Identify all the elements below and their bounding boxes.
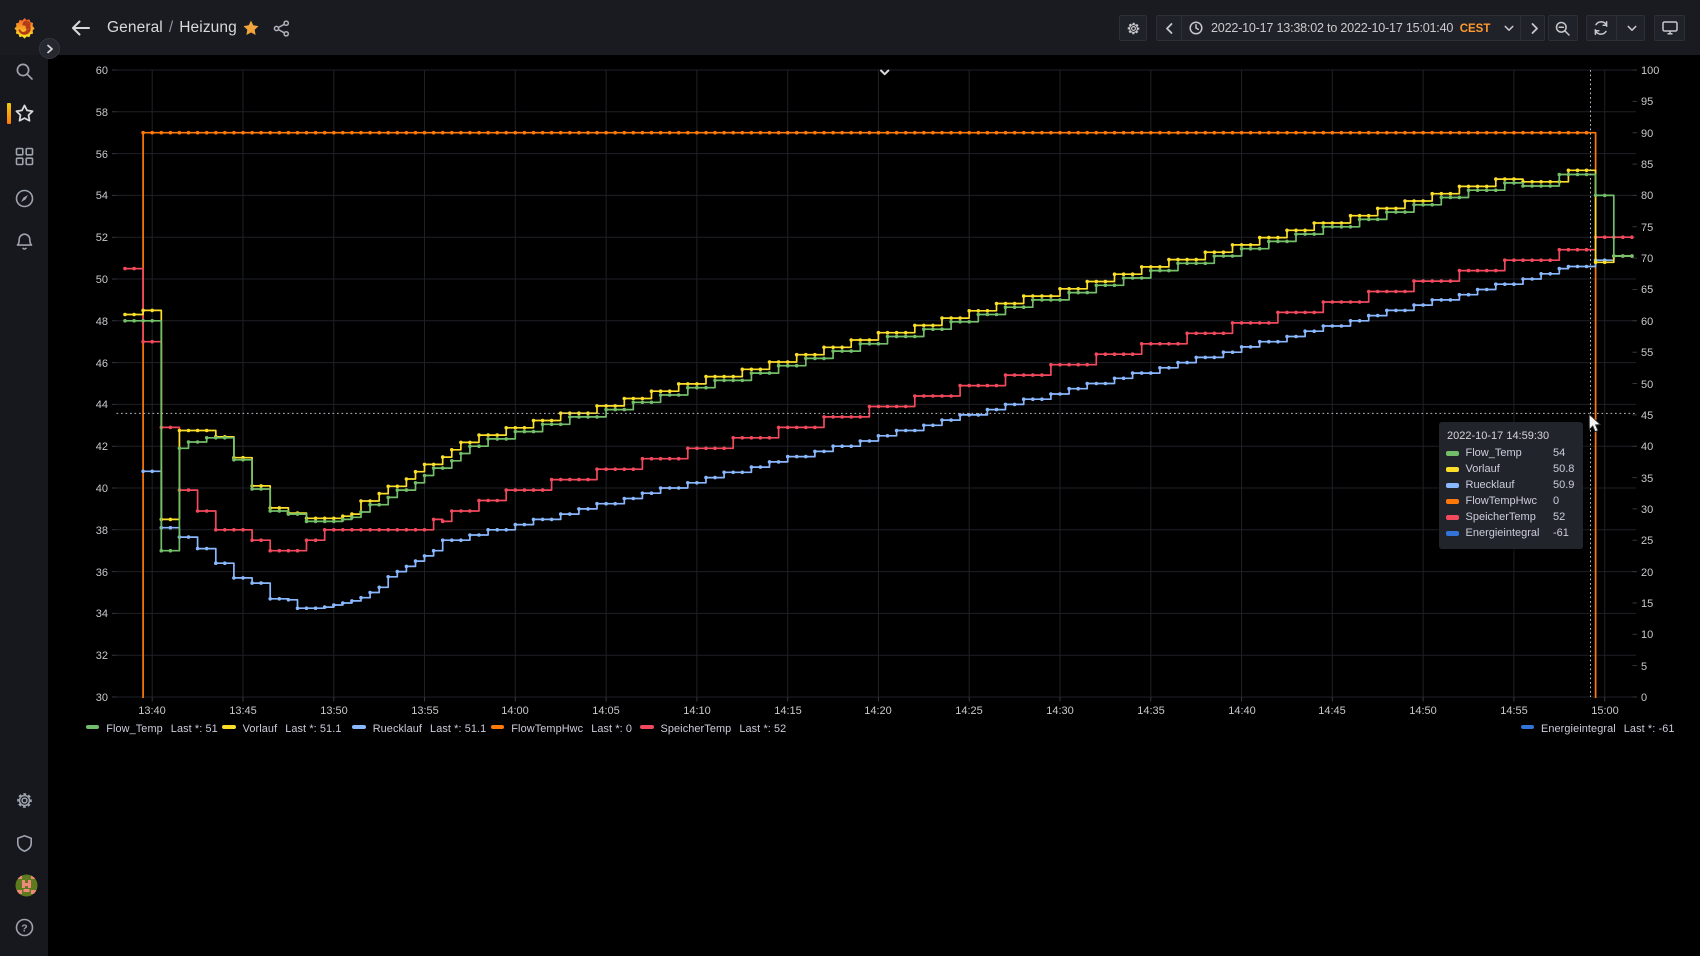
svg-text:90: 90 [1641, 128, 1653, 140]
svg-text:32: 32 [96, 650, 108, 662]
svg-text:60: 60 [96, 65, 108, 77]
svg-text:14:45: 14:45 [1318, 705, 1346, 717]
svg-text:50: 50 [1641, 379, 1653, 391]
svg-text:58: 58 [96, 107, 108, 119]
svg-text:70: 70 [1641, 253, 1653, 265]
svg-text:52: 52 [96, 232, 108, 244]
svg-text:50: 50 [96, 274, 108, 286]
svg-text:15:00: 15:00 [1591, 705, 1619, 717]
svg-text:30: 30 [1641, 504, 1653, 516]
svg-text:80: 80 [1641, 190, 1653, 202]
svg-text:95: 95 [1641, 96, 1653, 108]
svg-text:13:50: 13:50 [320, 705, 348, 717]
svg-text:46: 46 [96, 358, 108, 370]
svg-text:42: 42 [96, 441, 108, 453]
svg-text:25: 25 [1641, 535, 1653, 547]
svg-text:60: 60 [1641, 316, 1653, 328]
svg-text:10: 10 [1641, 629, 1653, 641]
svg-text:14:40: 14:40 [1228, 705, 1256, 717]
svg-text:13:45: 13:45 [229, 705, 257, 717]
svg-text:14:05: 14:05 [592, 705, 620, 717]
svg-text:54: 54 [96, 190, 108, 202]
svg-text:48: 48 [96, 316, 108, 328]
svg-text:35: 35 [1641, 473, 1653, 485]
svg-text:14:20: 14:20 [864, 705, 892, 717]
svg-text:14:30: 14:30 [1046, 705, 1074, 717]
svg-text:44: 44 [96, 399, 108, 411]
svg-text:34: 34 [96, 608, 108, 620]
svg-text:14:10: 14:10 [683, 705, 711, 717]
svg-text:5: 5 [1641, 661, 1647, 673]
svg-text:30: 30 [96, 692, 108, 704]
svg-text:85: 85 [1641, 159, 1653, 171]
svg-text:13:40: 13:40 [138, 705, 166, 717]
svg-text:13:55: 13:55 [411, 705, 439, 717]
svg-text:14:35: 14:35 [1137, 705, 1165, 717]
svg-text:15: 15 [1641, 598, 1653, 610]
svg-text:20: 20 [1641, 567, 1653, 579]
svg-text:65: 65 [1641, 284, 1653, 296]
svg-text:0: 0 [1641, 692, 1647, 704]
svg-text:55: 55 [1641, 347, 1653, 359]
svg-text:40: 40 [96, 483, 108, 495]
svg-text:56: 56 [96, 149, 108, 161]
svg-text:14:25: 14:25 [955, 705, 983, 717]
svg-text:45: 45 [1641, 410, 1653, 422]
svg-text:14:55: 14:55 [1500, 705, 1528, 717]
svg-text:14:00: 14:00 [501, 705, 529, 717]
svg-text:100: 100 [1641, 65, 1659, 77]
svg-text:14:15: 14:15 [774, 705, 802, 717]
svg-text:14:50: 14:50 [1409, 705, 1437, 717]
svg-text:36: 36 [96, 567, 108, 579]
svg-text:38: 38 [96, 525, 108, 537]
svg-text:40: 40 [1641, 441, 1653, 453]
svg-text:75: 75 [1641, 222, 1653, 234]
